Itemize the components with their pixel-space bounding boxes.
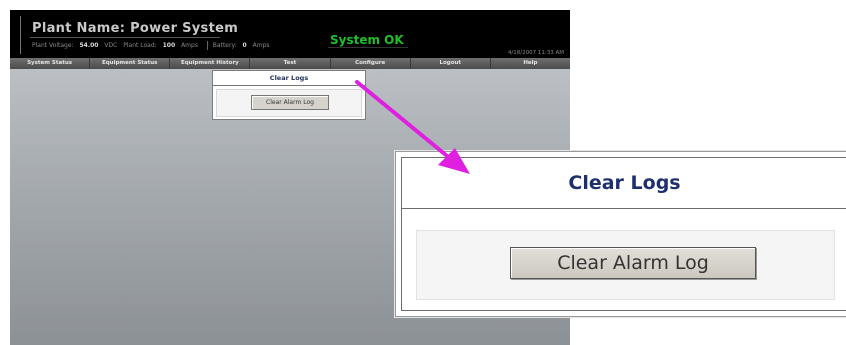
plant-load-label: Plant Load: — [123, 42, 157, 49]
zoomed-dialog-frame: Clear Logs Clear Alarm Log — [401, 157, 846, 311]
nav-configure[interactable]: Configure — [331, 58, 411, 69]
metrics-separator — [206, 41, 208, 50]
zoomed-clear-logs-dialog: Clear Logs Clear Alarm Log — [395, 151, 846, 317]
plant-voltage-unit: VDC — [104, 42, 118, 49]
plant-voltage-value: 54.00 — [79, 42, 99, 49]
zoomed-clear-alarm-log-button[interactable]: Clear Alarm Log — [510, 247, 756, 279]
system-status-indicator: System OK — [330, 33, 404, 47]
zoomed-dialog-title: Clear Logs — [402, 158, 846, 209]
clear-alarm-log-button[interactable]: Clear Alarm Log — [251, 95, 329, 110]
datetime-display: 4/18/2007 11:33 AM — [507, 50, 564, 56]
clear-logs-dialog: Clear Logs Clear Alarm Log — [212, 70, 366, 120]
battery-unit: Amps — [252, 42, 270, 49]
nav-logout[interactable]: Logout — [411, 58, 491, 69]
nav-test[interactable]: Test — [250, 58, 331, 69]
title-underline — [30, 37, 220, 38]
plant-metrics: Plant Voltage: 54.00 VDC Plant Load: 100… — [32, 41, 274, 51]
dialog-title: Clear Logs — [213, 71, 365, 86]
battery-label: Battery: — [212, 42, 237, 49]
dialog-panel: Clear Alarm Log — [216, 89, 362, 117]
plant-load-unit: Amps — [181, 42, 198, 49]
header-bar: Plant Name: Power System Plant Voltage: … — [10, 10, 570, 58]
main-nav: System Status Equipment Status Equipment… — [10, 58, 570, 69]
plant-voltage-label: Plant Voltage: — [32, 42, 74, 49]
status-underline — [328, 47, 408, 48]
battery-value: 0 — [242, 42, 247, 49]
zoomed-dialog-panel: Clear Alarm Log — [416, 230, 835, 300]
plant-name-title: Plant Name: Power System — [32, 21, 239, 36]
nav-help[interactable]: Help — [491, 58, 570, 69]
plant-load-value: 100 — [162, 42, 176, 49]
nav-equipment-history[interactable]: Equipment History — [170, 58, 251, 69]
nav-equipment-status[interactable]: Equipment Status — [90, 58, 171, 69]
header-divider — [20, 16, 21, 54]
nav-system-status[interactable]: System Status — [10, 58, 91, 69]
